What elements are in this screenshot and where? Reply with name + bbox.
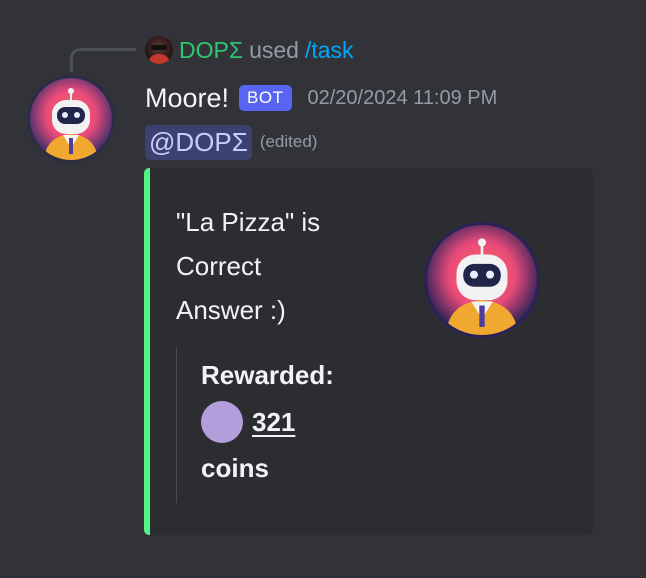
embed-thumbnail[interactable] [427,225,537,335]
embed-description-line: Answer :) [176,295,286,325]
reply-connector [70,48,136,72]
robot-avatar-icon [30,78,112,160]
robot-avatar-icon [427,225,537,335]
bot-avatar[interactable] [30,78,112,160]
embed-description-line: Correct [176,251,262,281]
author-name[interactable]: Moore! [145,83,229,114]
field-title: Rewarded: [201,360,334,390]
field-value: 321 [201,401,295,443]
chat-message: DOPΣ used /task Moore! BOT 02/20/2024 11… [0,0,646,578]
reward-field: Rewarded: 321 coins [176,348,396,503]
reply-username[interactable]: DOPΣ [179,37,243,64]
embed-description: "La Pizza" is Correct Answer :) [176,200,376,332]
edited-label: (edited) [259,132,318,151]
reward-amount: 321 [252,406,296,437]
message-content: @DOPΣ (edited) [145,123,317,161]
embed-card: "La Pizza" is Correct Answer :) Rewarded… [144,168,593,535]
reply-command-link[interactable]: /task [305,37,354,64]
bot-badge: BOT [239,85,292,111]
user-mention[interactable]: @DOPΣ [145,124,252,160]
message-timestamp: 02/20/2024 11:09 PM [307,86,498,109]
coin-icon [201,401,243,443]
embed-description-line: "La Pizza" is [176,207,321,237]
reply-reference[interactable]: DOPΣ used /task [145,35,354,65]
reply-used-text: used [249,36,299,63]
reply-avatar[interactable] [145,36,173,64]
reward-unit: coins [201,453,269,483]
message-header: Moore! BOT 02/20/2024 11:09 PM [145,80,497,116]
